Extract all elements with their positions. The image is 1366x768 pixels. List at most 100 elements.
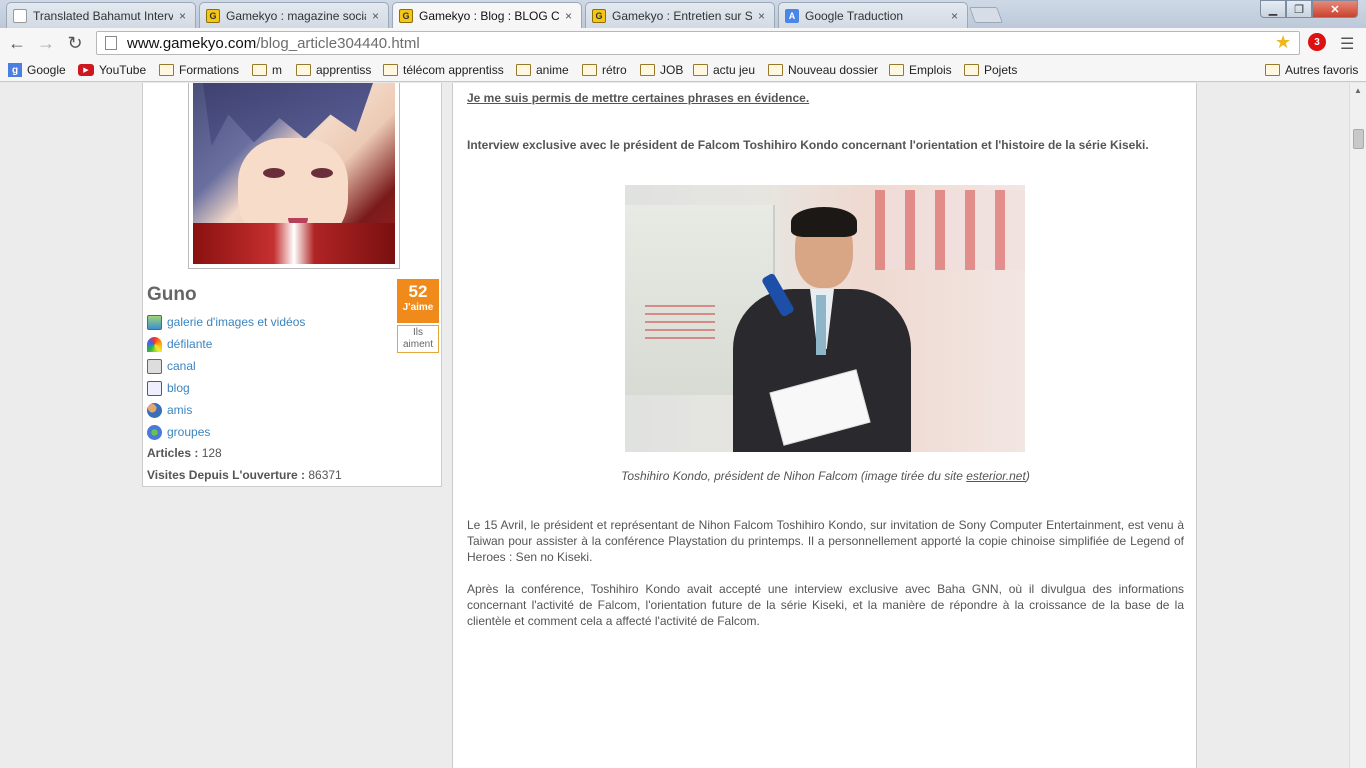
photo-screen-text: [645, 305, 715, 345]
folder-icon: [693, 64, 708, 76]
bookmark-folder-telecom-apprentiss[interactable]: télécom apprentiss: [383, 62, 504, 78]
bookmark-folder-formations[interactable]: Formations: [159, 62, 239, 78]
browser-tabstrip: Translated Bahamut Interv × G Gamekyo : …: [0, 0, 1366, 29]
photo-speaker-tie: [816, 295, 826, 355]
google-translate-icon: A: [785, 8, 799, 23]
close-icon[interactable]: ×: [179, 9, 189, 23]
profile-link-defilante[interactable]: défilante: [147, 333, 305, 355]
profile-link-groupes[interactable]: groupes: [147, 421, 305, 443]
bookmark-label: Google: [27, 63, 66, 77]
avatar-eye: [263, 168, 285, 178]
visits-label: Visites Depuis L'ouverture :: [147, 468, 306, 482]
google-icon: g: [8, 63, 22, 77]
web-page: Guno 52 J'aime Ils aiment galerie d'imag…: [0, 83, 1349, 768]
folder-icon: [1265, 64, 1280, 76]
folder-icon: [296, 64, 311, 76]
bookmark-label: actu jeu: [713, 63, 756, 77]
minimize-button[interactable]: ▁: [1260, 0, 1286, 18]
tab-gamekyo-magazine[interactable]: G Gamekyo : magazine socia ×: [199, 2, 389, 28]
profile-link-gallery[interactable]: galerie d'images et vidéos: [147, 311, 305, 333]
menu-icon[interactable]: ☰: [1340, 34, 1354, 54]
tab-translated-bahamut[interactable]: Translated Bahamut Interv ×: [6, 2, 196, 28]
profile-link-label[interactable]: blog: [167, 381, 190, 395]
bookmark-folder-pojets[interactable]: Pojets: [964, 62, 1017, 78]
profile-link-label[interactable]: défilante: [167, 337, 212, 351]
close-icon[interactable]: ×: [951, 9, 961, 23]
close-icon[interactable]: ×: [372, 9, 382, 23]
bookmark-label: JOB: [660, 63, 684, 77]
profile-link-amis[interactable]: amis: [147, 399, 305, 421]
profile-link-label[interactable]: amis: [167, 403, 192, 417]
profile-link-blog[interactable]: blog: [147, 377, 305, 399]
bookmark-folder-anime[interactable]: anime: [516, 62, 569, 78]
profile-sidebar: Guno 52 J'aime Ils aiment galerie d'imag…: [142, 83, 442, 487]
folder-icon: [889, 64, 904, 76]
tab-title: Translated Bahamut Interv: [33, 8, 173, 23]
bookmark-folder-apprentiss[interactable]: apprentiss: [296, 62, 371, 78]
bookmark-folder-nouveau-dossier[interactable]: Nouveau dossier: [768, 62, 878, 78]
extension-icon[interactable]: 3: [1308, 33, 1326, 51]
forward-button[interactable]: →: [34, 32, 58, 54]
page-scrollbar[interactable]: ▲: [1349, 83, 1366, 768]
youtube-icon: ▶: [78, 64, 94, 76]
back-button[interactable]: ←: [5, 32, 29, 54]
profile-link-canal[interactable]: canal: [147, 355, 305, 377]
gamekyo-icon: G: [206, 8, 220, 23]
maximize-button[interactable]: ❐: [1286, 0, 1312, 18]
friends-icon: [147, 402, 162, 418]
tab-gamekyo-entretien[interactable]: G Gamekyo : Entretien sur Se ×: [585, 2, 775, 28]
new-tab-button[interactable]: [969, 7, 1003, 23]
visits-value: 86371: [308, 468, 342, 482]
like-count: 52: [408, 282, 428, 301]
scrollbar-thumb[interactable]: [1353, 129, 1364, 149]
article-content: Je me suis permis de mettre certaines ph…: [452, 83, 1197, 768]
article-headline: Interview exclusive avec le président de…: [467, 138, 1149, 152]
profile-link-label[interactable]: galerie d'images et vidéos: [167, 315, 305, 329]
avatar-eye: [311, 168, 333, 178]
bookmark-folder-retro[interactable]: rétro: [582, 62, 627, 78]
scroll-up-arrow-icon[interactable]: ▲: [1354, 86, 1362, 95]
avatar-coat: [193, 223, 395, 264]
tab-title: Gamekyo : magazine socia: [226, 8, 366, 23]
articles-label: Articles :: [147, 446, 199, 460]
channel-icon: [147, 358, 162, 374]
visits-stat: Visites Depuis L'ouverture : 86371: [147, 468, 342, 482]
tab-gamekyo-blog[interactable]: G Gamekyo : Blog : BLOG Ch ×: [392, 2, 582, 29]
bookmark-folder-emplois[interactable]: Emplois: [889, 62, 952, 78]
bookmark-folder-actu-jeu[interactable]: actu jeu: [693, 62, 755, 78]
window-close-button[interactable]: ✕: [1312, 0, 1358, 18]
photo-background-figures: [875, 190, 1025, 270]
bookmark-folder-m[interactable]: m: [252, 62, 282, 78]
bookmark-label: anime: [536, 63, 569, 77]
reload-button[interactable]: ↻: [63, 32, 87, 54]
likers-link[interactable]: Ils aiment: [397, 325, 439, 353]
avatar[interactable]: [193, 83, 395, 264]
gamekyo-icon: G: [399, 9, 413, 23]
close-icon[interactable]: ×: [565, 9, 575, 23]
bookmark-label: rétro: [602, 63, 627, 77]
profile-link-label[interactable]: groupes: [167, 425, 210, 439]
photo-speaker-hair: [791, 207, 857, 237]
profile-link-label[interactable]: canal: [167, 359, 196, 373]
browser-toolbar: ← → ↻ www.gamekyo.com/blog_article304440…: [0, 28, 1366, 58]
tab-title: Gamekyo : Entretien sur Se: [612, 8, 752, 23]
article-photo[interactable]: [625, 185, 1025, 452]
bookmarks-bar: g Google ▶ YouTube Formations m apprentiss…: [0, 58, 1366, 82]
close-icon[interactable]: ×: [758, 9, 768, 23]
bookmark-label: Nouveau dossier: [788, 63, 879, 77]
profile-username[interactable]: Guno: [147, 284, 197, 306]
tab-google-traduction[interactable]: A Google Traduction ×: [778, 2, 968, 28]
bookmark-folder-job[interactable]: JOB: [640, 62, 683, 78]
bookmark-star-icon[interactable]: ★: [1275, 32, 1291, 53]
article-paragraph: Après la conférence, Toshihiro Kondo ava…: [467, 582, 1184, 628]
folder-icon: [252, 64, 267, 76]
bookmark-other-favorites[interactable]: Autres favoris: [1265, 62, 1358, 78]
caption-suffix: ): [1025, 469, 1030, 483]
address-bar[interactable]: www.gamekyo.com/blog_article304440.html: [96, 31, 1300, 55]
bookmark-google[interactable]: g Google: [8, 62, 66, 78]
gamekyo-icon: G: [592, 8, 606, 23]
bookmark-youtube[interactable]: ▶ YouTube: [78, 62, 146, 78]
like-button[interactable]: 52 J'aime: [397, 279, 439, 323]
caption-link[interactable]: esterior.net: [966, 469, 1026, 483]
rainbow-icon: [147, 336, 162, 352]
